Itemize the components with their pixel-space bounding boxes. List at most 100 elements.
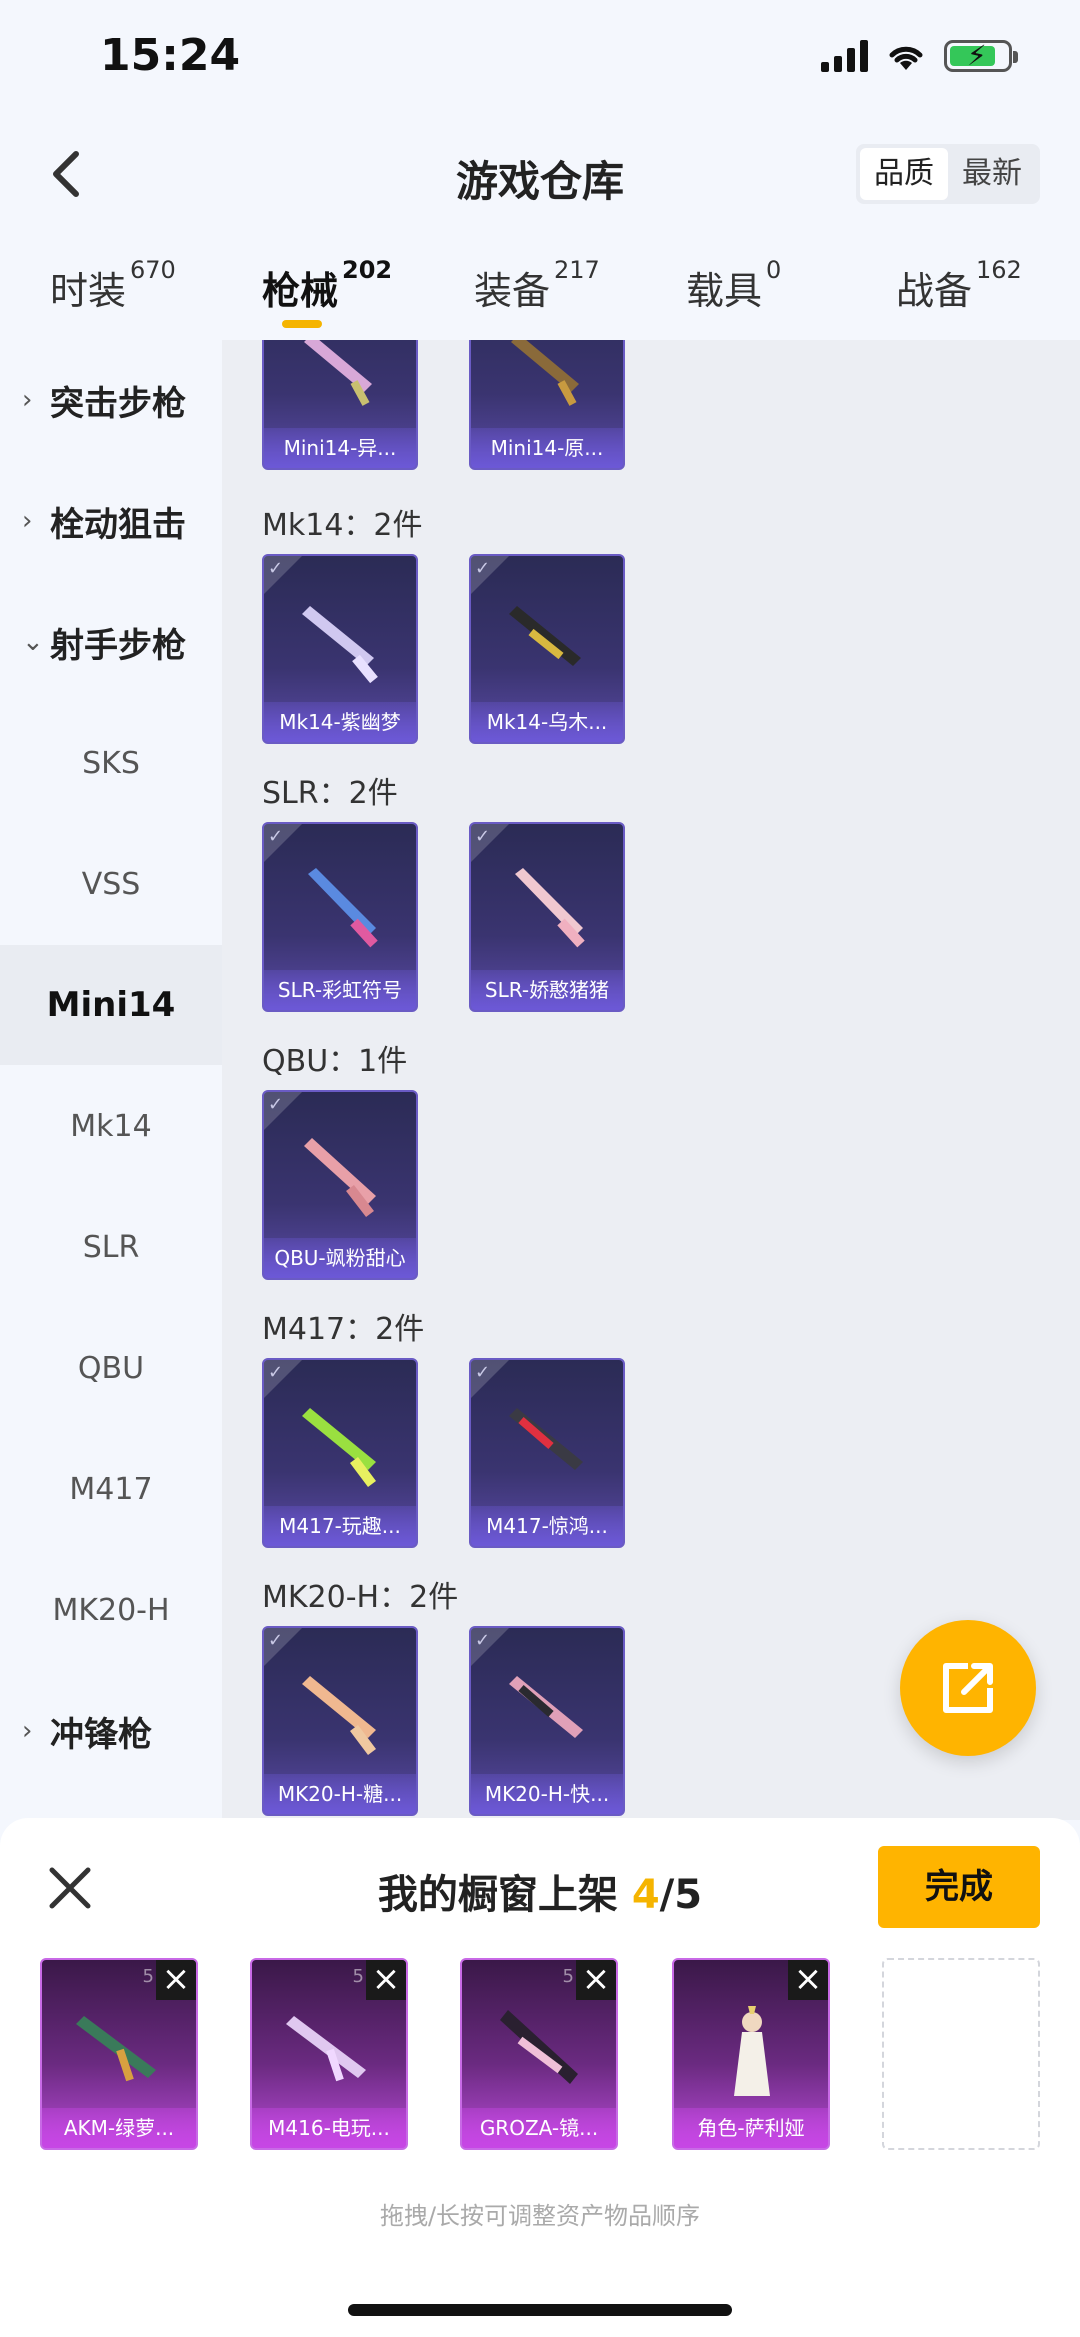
rifle-icon xyxy=(76,2016,156,2082)
showcase-item[interactable]: 5 × GROZA-镜... xyxy=(460,1958,618,2150)
share-icon xyxy=(943,1663,993,1713)
showcase-panel: 我的橱窗上架 4/5 完成 5 × AKM-绿萝... 5 × M416-电玩.… xyxy=(0,1818,1080,2337)
rifle-icon xyxy=(304,1138,376,1218)
status-bar: 15:24 ⚡ xyxy=(0,0,1080,120)
remove-item-button[interactable]: × xyxy=(366,1960,406,2000)
weapon-card-label: Mk14-乌木... xyxy=(471,702,623,742)
share-button[interactable] xyxy=(900,1620,1036,1756)
slot-number: 5 xyxy=(352,1966,364,1987)
showcase-item-label: GROZA-镜... xyxy=(462,2108,616,2148)
tab-supplies[interactable]: 战备 162 xyxy=(896,256,1022,315)
weapon-card[interactable]: ✓ Mk14-乌木... xyxy=(469,554,625,744)
section-header: M417：2件 xyxy=(262,1312,425,1347)
showcase-item-label: AKM-绿萝... xyxy=(42,2108,196,2148)
weapon-card[interactable]: ✓ QBU-飒粉甜心 xyxy=(262,1090,418,1280)
weapon-card-label: Mini14-原... xyxy=(471,428,623,468)
check-icon: ✓ xyxy=(268,558,284,579)
active-tab-indicator xyxy=(282,320,322,328)
signal-icon xyxy=(821,40,868,72)
showcase-item[interactable]: 5 × M416-电玩... xyxy=(250,1958,408,2150)
rifle-icon xyxy=(302,1676,376,1755)
weapon-card[interactable]: ✓ Mk14-紫幽梦 xyxy=(262,554,418,744)
sort-quality-button[interactable]: 品质 xyxy=(860,148,948,200)
sidebar-item-sks[interactable]: SKS xyxy=(0,703,222,823)
home-indicator xyxy=(348,2304,732,2316)
section-header: Mk14：2件 xyxy=(262,508,423,543)
wifi-icon xyxy=(889,46,923,70)
check-icon: ✓ xyxy=(268,1362,284,1383)
weapon-card-label: Mk14-紫幽梦 xyxy=(264,702,416,742)
nav-header: 游戏仓库 品质 最新 xyxy=(0,120,1080,230)
sidebar-item-mk14[interactable]: Mk14 xyxy=(0,1066,222,1186)
status-time: 15:24 xyxy=(100,30,241,81)
weapon-card[interactable]: Mini14-异... xyxy=(262,340,418,470)
rifle-icon xyxy=(286,2016,366,2082)
remove-item-button[interactable]: × xyxy=(156,1960,196,2000)
done-button[interactable]: 完成 xyxy=(878,1846,1040,1928)
weapon-card[interactable]: ✓ M417-惊鸿... xyxy=(469,1358,625,1548)
weapon-card[interactable]: ✓ M417-玩趣... xyxy=(262,1358,418,1548)
section-header: MK20-H：2件 xyxy=(262,1580,459,1615)
weapon-card-label: MK20-H-快... xyxy=(471,1774,623,1814)
rifle-icon xyxy=(302,1408,376,1487)
sidebar-item-slr[interactable]: SLR xyxy=(0,1187,222,1307)
check-icon: ✓ xyxy=(268,826,284,847)
check-icon: ✓ xyxy=(268,1630,284,1651)
weapon-grid: Mini14-异... Mini14-原... Mk14：2件 ✓ Mk14-紫… xyxy=(222,340,1080,1820)
slot-number: 5 xyxy=(562,1966,574,1987)
sort-toggle: 品质 最新 xyxy=(856,144,1040,204)
remove-item-button[interactable]: × xyxy=(576,1960,616,2000)
rifle-icon xyxy=(500,2010,578,2084)
tab-equipment[interactable]: 装备 217 xyxy=(474,256,600,315)
rifle-icon xyxy=(302,606,378,684)
weapon-card[interactable]: Mini14-原... xyxy=(469,340,625,470)
reorder-hint: 拖拽/长按可调整资产物品顺序 xyxy=(379,2202,701,2230)
chevron-right-icon: › xyxy=(22,506,33,536)
tab-fashion[interactable]: 时装 670 xyxy=(50,256,176,315)
sidebar-group-bolt-sniper[interactable]: › 栓动狙击 xyxy=(0,461,222,581)
weapon-category-sidebar: › 突击步枪 › 栓动狙击 ⌄ 射手步枪 SKS VSS Mini14 Mk14 SL… xyxy=(0,340,222,1820)
rifle-icon xyxy=(515,868,585,948)
weapon-card-label: QBU-飒粉甜心 xyxy=(264,1238,416,1278)
empty-showcase-slot[interactable] xyxy=(882,1958,1040,2150)
chevron-right-icon: › xyxy=(22,385,33,415)
weapon-card-label: Mini14-异... xyxy=(264,428,416,468)
weapon-card[interactable]: ✓ SLR-娇憨猪猪 xyxy=(469,822,625,1012)
weapon-card-label: MK20-H-糖... xyxy=(264,1774,416,1814)
showcase-item-label: 角色-萨利娅 xyxy=(674,2108,828,2148)
tab-firearms[interactable]: 枪械 202 xyxy=(262,256,392,315)
sidebar-group-assault-rifle[interactable]: › 突击步枪 xyxy=(0,340,222,460)
rifle-icon xyxy=(511,340,579,406)
weapon-card-label: SLR-彩虹符号 xyxy=(264,970,416,1010)
sidebar-group-smg[interactable]: › 冲锋枪 xyxy=(0,1671,222,1791)
battery-icon: ⚡ xyxy=(944,39,1018,72)
slot-number: 5 xyxy=(142,1966,154,1987)
sidebar-item-vss[interactable]: VSS xyxy=(0,824,222,944)
weapon-card[interactable]: ✓ MK20-H-糖... xyxy=(262,1626,418,1816)
weapon-card[interactable]: ✓ SLR-彩虹符号 xyxy=(262,822,418,1012)
rifle-icon xyxy=(304,340,372,406)
check-icon: ✓ xyxy=(268,1094,284,1115)
section-header: QBU：1件 xyxy=(262,1044,408,1079)
rifle-icon xyxy=(509,1408,583,1470)
sort-newest-button[interactable]: 最新 xyxy=(948,148,1036,200)
remove-item-button[interactable]: × xyxy=(788,1960,828,2000)
sidebar-item-mini14[interactable]: Mini14 xyxy=(0,945,222,1065)
sidebar-item-mk20h[interactable]: MK20-H xyxy=(0,1550,222,1670)
character-avatar-icon xyxy=(734,2006,770,2096)
tab-vehicles[interactable]: 载具 0 xyxy=(686,256,781,315)
sidebar-item-qbu[interactable]: QBU xyxy=(0,1308,222,1428)
check-icon: ✓ xyxy=(475,826,491,847)
check-icon: ✓ xyxy=(475,1362,491,1383)
sidebar-item-m417[interactable]: M417 xyxy=(0,1429,222,1549)
showcase-item[interactable]: × 角色-萨利娅 xyxy=(672,1958,830,2150)
sidebar-group-marksman-rifle[interactable]: ⌄ 射手步枪 xyxy=(0,582,222,702)
weapon-card[interactable]: ✓ MK20-H-快... xyxy=(469,1626,625,1816)
check-icon: ✓ xyxy=(475,1630,491,1651)
rifle-icon xyxy=(509,1676,583,1738)
section-header: SLR：2件 xyxy=(262,776,398,811)
rifle-icon xyxy=(308,868,378,948)
check-icon: ✓ xyxy=(475,558,491,579)
showcase-item[interactable]: 5 × AKM-绿萝... xyxy=(40,1958,198,2150)
weapon-card-label: M417-玩趣... xyxy=(264,1506,416,1546)
